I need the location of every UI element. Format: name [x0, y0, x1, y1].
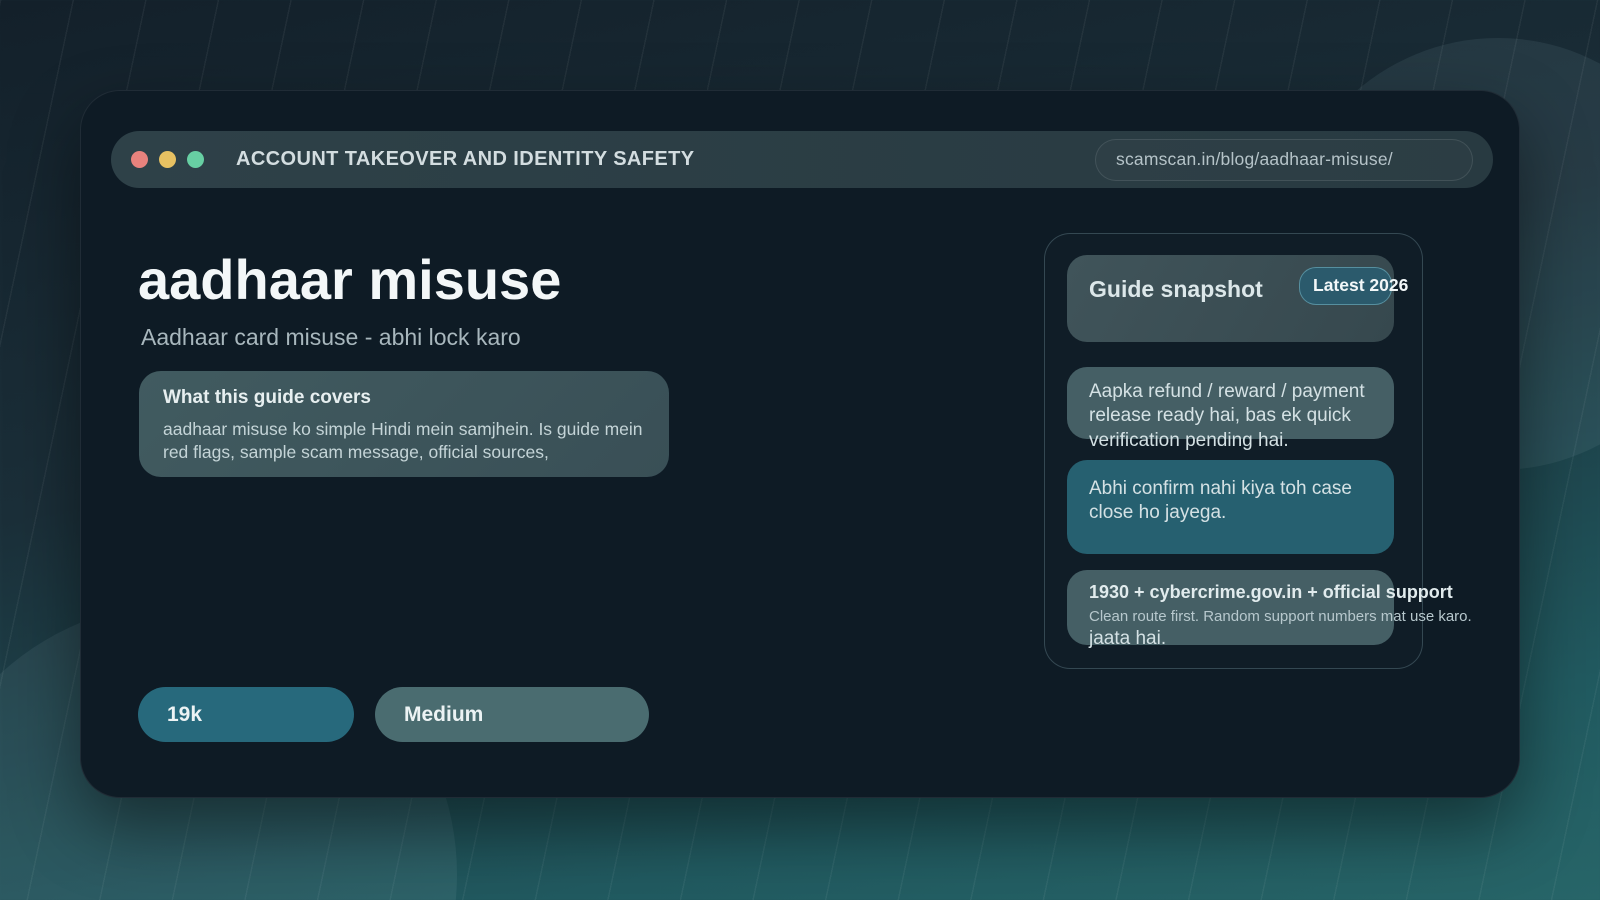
overflow-text-fragment: jaata hai. [1089, 628, 1394, 650]
browser-window: ACCOUNT TAKEOVER AND IDENTITY SAFETY sca… [80, 90, 1520, 798]
window-controls [131, 151, 204, 168]
latest-badge-label: Latest 2026 [1313, 275, 1391, 296]
snapshot-header-card: Guide snapshot Latest 2026 [1067, 255, 1394, 342]
minimize-button[interactable] [159, 151, 176, 168]
official-support-title: 1930 + cybercrime.gov.in + official supp… [1089, 582, 1394, 603]
overview-card-body: aadhaar misuse ko simple Hindi mein samj… [163, 418, 645, 465]
latest-badge: Latest 2026 [1299, 267, 1392, 305]
address-bar[interactable]: scamscan.in/blog/aadhaar-misuse/ [1095, 139, 1473, 181]
stat-pill-row: 19k Medium [138, 687, 649, 742]
views-stat-label: 19k [167, 703, 202, 727]
close-button[interactable] [131, 151, 148, 168]
difficulty-stat-label: Medium [404, 703, 483, 727]
views-stat-pill: 19k [138, 687, 354, 742]
browser-titlebar: ACCOUNT TAKEOVER AND IDENTITY SAFETY sca… [111, 131, 1493, 188]
guide-snapshot-panel: Guide snapshot Latest 2026 Aapka refund … [1044, 233, 1423, 669]
difficulty-stat-pill: Medium [375, 687, 649, 742]
scam-quote-card: Aapka refund / reward / payment release … [1067, 367, 1394, 439]
address-bar-url: scamscan.in/blog/aadhaar-misuse/ [1116, 149, 1393, 170]
official-support-note: Clean route first. Random support number… [1089, 608, 1394, 625]
window-title: ACCOUNT TAKEOVER AND IDENTITY SAFETY [236, 148, 695, 171]
overview-card-title: What this guide covers [163, 387, 645, 409]
page-title: aadhaar misuse [138, 251, 561, 310]
maximize-button[interactable] [187, 151, 204, 168]
scam-warning-quote-text: Abhi confirm nahi kiya toh case close ho… [1089, 478, 1352, 523]
official-support-card: 1930 + cybercrime.gov.in + official supp… [1067, 570, 1394, 645]
page-subtitle: Aadhaar card misuse - abhi lock karo [141, 324, 521, 351]
scam-warning-quote-card: Abhi confirm nahi kiya toh case close ho… [1067, 460, 1394, 554]
scam-quote-text: Aapka refund / reward / payment release … [1089, 381, 1365, 451]
guide-overview-card: What this guide covers aadhaar misuse ko… [139, 371, 669, 477]
